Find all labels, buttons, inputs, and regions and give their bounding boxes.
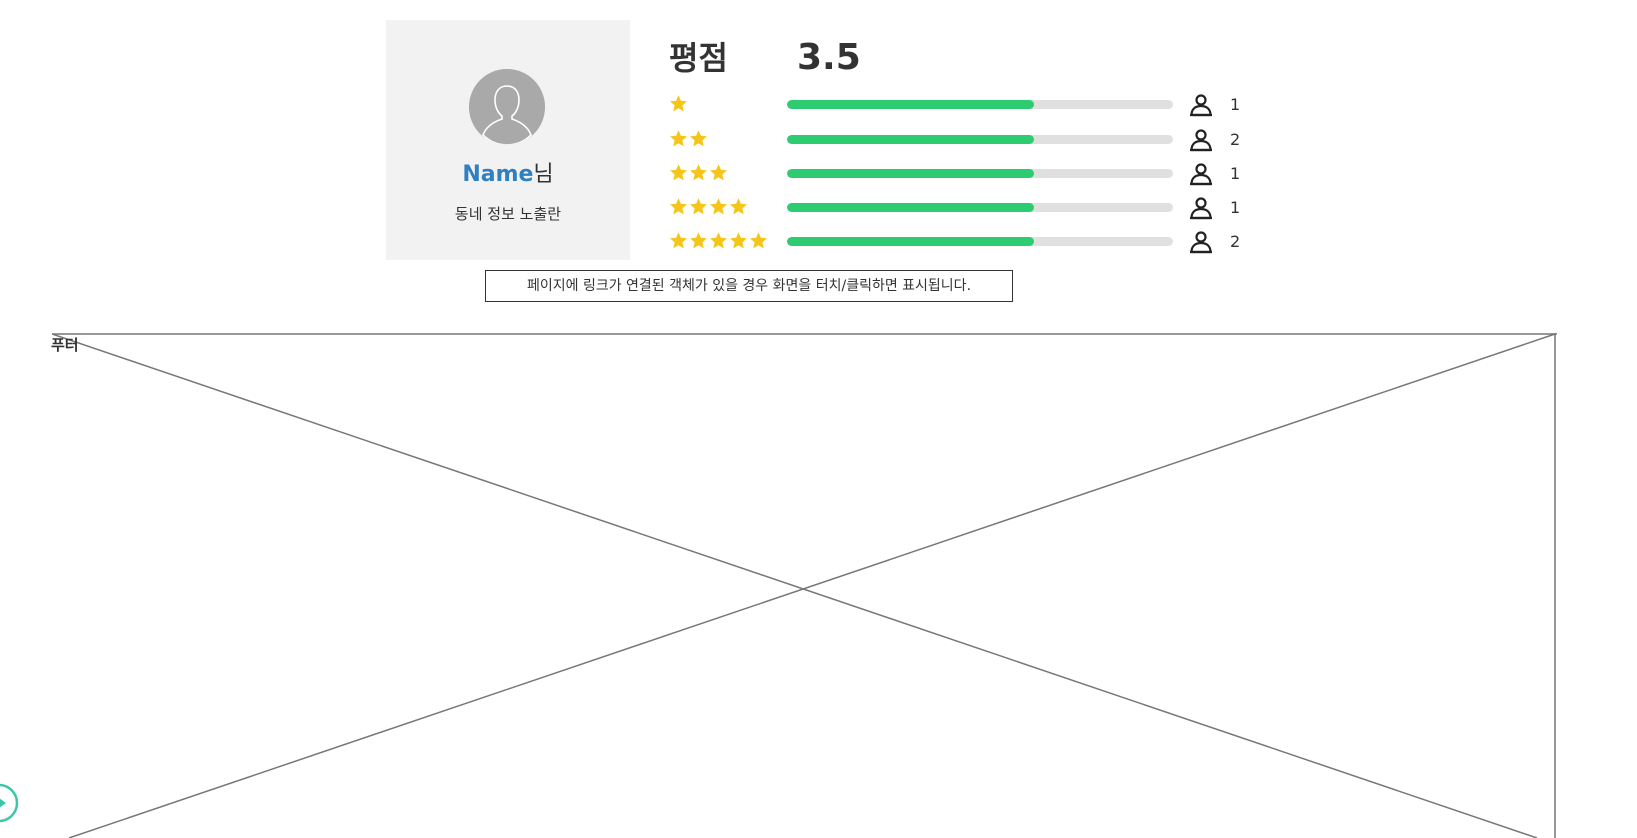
star-rating-4 <box>669 197 748 217</box>
rating-bar-fill <box>787 203 1035 212</box>
avatar-icon <box>469 69 545 145</box>
rating-bar-fill <box>787 135 1035 144</box>
star-icon <box>729 231 748 251</box>
star-icon <box>689 231 708 251</box>
star-icon <box>749 231 768 251</box>
rating-title: 평점 <box>669 39 728 77</box>
rating-row-3-star: 1 <box>669 161 1269 187</box>
star-icon <box>669 197 688 217</box>
rating-bar-track <box>787 203 1173 212</box>
star-rating-5 <box>669 231 768 251</box>
rating-score: 3.5 <box>797 37 861 78</box>
link-notice: 페이지에 링크가 연결된 객체가 있을 경우 화면을 터치/클릭하면 표시됩니다… <box>485 270 1013 302</box>
rating-bar-track <box>787 237 1173 246</box>
profile-location: 동네 정보 노출란 <box>454 205 562 223</box>
star-rating-3 <box>669 163 728 183</box>
rating-count: 2 <box>1230 130 1241 149</box>
star-icon <box>709 197 728 217</box>
person-icon <box>1188 92 1214 118</box>
rating-count: 2 <box>1230 232 1241 251</box>
profile-name: Name <box>462 162 534 187</box>
next-page-icon[interactable] <box>0 782 20 824</box>
star-icon <box>669 231 688 251</box>
person-icon <box>1188 195 1214 221</box>
rating-count: 1 <box>1230 198 1241 217</box>
profile-card: Name님 동네 정보 노출란 <box>386 20 630 260</box>
star-icon <box>729 197 748 217</box>
person-icon <box>1188 229 1214 255</box>
star-icon <box>709 163 728 183</box>
profile-name-line: Name님 <box>386 160 630 190</box>
star-icon <box>689 129 708 149</box>
star-icon <box>669 94 688 114</box>
profile-name-suffix: 님 <box>533 162 554 187</box>
rating-count: 1 <box>1230 95 1241 114</box>
person-icon <box>1188 161 1214 187</box>
rating-bar-track <box>787 135 1173 144</box>
star-icon <box>669 129 688 149</box>
star-icon <box>669 163 688 183</box>
rating-row-4-star: 1 <box>669 195 1269 221</box>
star-icon <box>689 163 708 183</box>
star-rating-1 <box>669 94 688 114</box>
star-rating-2 <box>669 129 708 149</box>
star-icon <box>709 231 728 251</box>
footer-label: 푸터 <box>51 336 79 354</box>
rating-count: 1 <box>1230 164 1241 183</box>
star-icon <box>689 197 708 217</box>
rating-bar-fill <box>787 100 1035 109</box>
footer-placeholder <box>52 333 1557 838</box>
person-icon <box>1188 127 1214 153</box>
rating-bar-fill <box>787 237 1035 246</box>
rating-row-1-star: 1 <box>669 92 1269 118</box>
rating-bar-track <box>787 100 1173 109</box>
rating-row-5-star: 2 <box>669 229 1269 255</box>
rating-bar-fill <box>787 169 1035 178</box>
rating-bar-track <box>787 169 1173 178</box>
rating-row-2-star: 2 <box>669 127 1269 153</box>
